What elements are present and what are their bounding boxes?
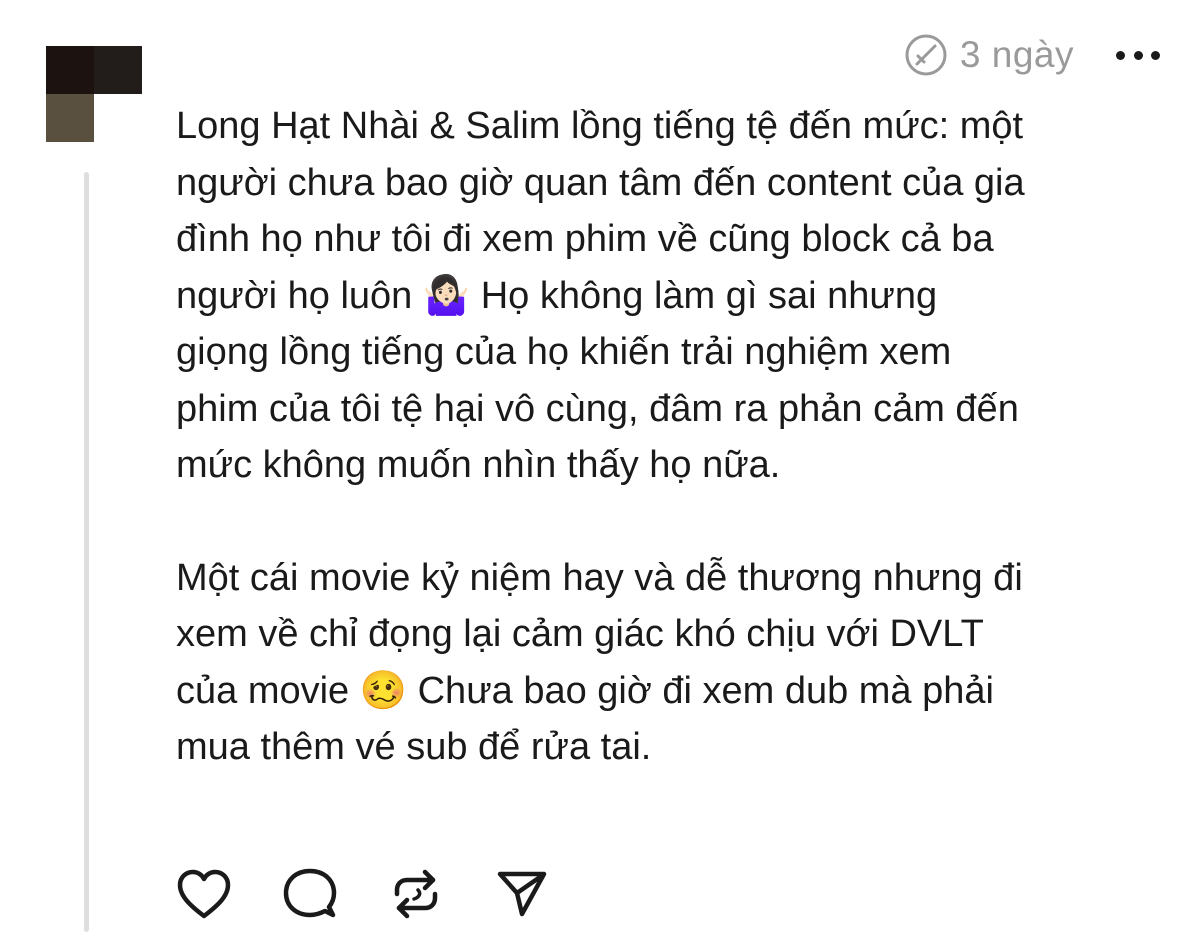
avatar[interactable]	[46, 46, 142, 142]
edited-check-icon	[904, 33, 948, 77]
avatar-pixel	[46, 46, 94, 94]
heart-icon	[177, 869, 231, 919]
share-button[interactable]	[494, 866, 550, 922]
more-button[interactable]	[1116, 40, 1160, 70]
more-dots-icon	[1133, 50, 1143, 60]
post-actions	[176, 866, 600, 922]
more-dots-icon	[1151, 50, 1160, 60]
avatar-pixel	[94, 46, 142, 94]
like-button[interactable]	[176, 866, 232, 922]
post-body: Long Hạt Nhài & Salim lồng tiếng tệ đến …	[176, 98, 1176, 776]
more-dots-icon	[1116, 50, 1125, 60]
post-meta: 3 ngày	[904, 30, 1160, 80]
send-icon	[497, 871, 547, 917]
reply-button[interactable]	[282, 866, 338, 922]
repost-arrows-icon	[394, 869, 438, 919]
speech-bubble-icon	[283, 868, 337, 918]
repost-button[interactable]	[388, 866, 444, 922]
thread-line	[84, 172, 89, 932]
avatar-pixel	[46, 94, 94, 142]
post-paragraph-1: Long Hạt Nhài & Salim lồng tiếng tệ đến …	[176, 105, 1025, 486]
post-paragraph-2: Một cái movie kỷ niệm hay và dễ thương n…	[176, 556, 1023, 769]
post-time: 3 ngày	[959, 34, 1074, 75]
